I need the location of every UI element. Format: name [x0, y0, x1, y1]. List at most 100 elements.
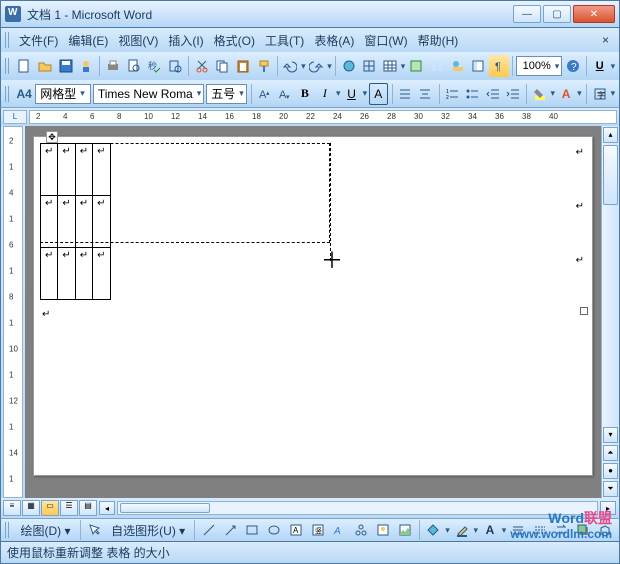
align-center-icon[interactable] [416, 83, 434, 105]
document-viewport[interactable]: ✥ ↵↵↵↵ ↵↵↵↵ ↵↵↵↵ ＋ ↵ ↵ ↵ ↵ [25, 126, 601, 498]
print-icon[interactable] [103, 55, 123, 77]
copy-icon[interactable] [212, 55, 232, 77]
table-resize-handle[interactable] [580, 307, 588, 315]
select-objects-icon[interactable] [84, 519, 104, 541]
web-view-button[interactable]: ▦ [22, 500, 40, 516]
highlight-dropdown[interactable]: ▾ [551, 88, 556, 99]
outdent-icon[interactable] [483, 83, 501, 105]
new-icon[interactable] [14, 55, 34, 77]
indent-icon[interactable] [504, 83, 522, 105]
bold-button[interactable]: B [296, 83, 314, 105]
underline2-button[interactable]: U [342, 83, 360, 105]
spellcheck-icon[interactable]: 秒 [144, 55, 164, 77]
3d-icon[interactable] [595, 519, 615, 541]
underline-icon[interactable]: U [590, 55, 610, 77]
undo-icon[interactable] [280, 55, 300, 77]
columns-icon[interactable] [427, 55, 447, 77]
docmap-icon[interactable] [468, 55, 488, 77]
menu-close-help[interactable]: × [596, 31, 615, 49]
scroll-down-button[interactable]: ▾ [603, 427, 618, 443]
undo-dropdown[interactable]: ▾ [301, 61, 306, 72]
linecolor-icon[interactable] [452, 519, 472, 541]
insert-table-icon[interactable] [380, 55, 400, 77]
print-view-button[interactable]: ▭ [41, 500, 59, 516]
autoshapes-menu[interactable]: 自选图形(U) ▾ [106, 520, 190, 541]
zoom-combo[interactable]: 100%▾ [516, 56, 563, 76]
underline-dropdown[interactable]: ▾ [611, 61, 616, 72]
close-button[interactable]: ✕ [573, 5, 615, 23]
open-icon[interactable] [35, 55, 55, 77]
arrowstyle-icon[interactable] [552, 519, 572, 541]
fontsize-combo[interactable]: 五号▾ [206, 84, 247, 104]
browse-object-button[interactable]: ● [603, 463, 618, 479]
numbering-icon[interactable]: 12 [443, 83, 461, 105]
table[interactable]: ↵↵↵↵ ↵↵↵↵ ↵↵↵↵ [40, 143, 111, 300]
font-combo[interactable]: Times New Roma▾ [93, 84, 204, 104]
redo-icon[interactable] [307, 55, 327, 77]
menu-edit[interactable]: 编辑(E) [63, 30, 113, 51]
hscroll-right-button[interactable]: ▸ [600, 501, 616, 515]
style-combo[interactable]: 网格型▾ [35, 84, 91, 104]
vertical-ruler[interactable]: 21416181101121141 [3, 126, 23, 498]
cut-icon[interactable] [192, 55, 212, 77]
save-icon[interactable] [56, 55, 76, 77]
italic-button[interactable]: I [316, 83, 334, 105]
redo-dropdown[interactable]: ▾ [327, 61, 332, 72]
fontcolor-dropdown[interactable]: ▾ [577, 88, 582, 99]
drawing-toggle-icon[interactable] [448, 55, 468, 77]
oval-icon[interactable] [264, 519, 284, 541]
wordart-icon[interactable]: A [330, 519, 350, 541]
bullets-icon[interactable] [463, 83, 481, 105]
menubar-handle[interactable] [5, 32, 10, 48]
menu-table[interactable]: 表格(A) [309, 30, 359, 51]
fontcolor-button[interactable]: A [557, 83, 575, 105]
normal-view-button[interactable]: ≡ [3, 500, 21, 516]
tables-borders-icon[interactable] [359, 55, 379, 77]
hyperlink-icon[interactable] [339, 55, 359, 77]
arrow-icon[interactable] [221, 519, 241, 541]
showmarks-icon[interactable]: ¶ [489, 55, 509, 77]
clipart-icon[interactable] [373, 519, 393, 541]
lineweight-icon[interactable] [508, 519, 528, 541]
preview-icon[interactable] [124, 55, 144, 77]
table-move-handle[interactable]: ✥ [46, 131, 58, 143]
ms-help-icon[interactable]: ? [563, 55, 583, 77]
diagram-icon[interactable] [351, 519, 371, 541]
rectangle-icon[interactable] [243, 519, 263, 541]
drawbar-handle[interactable] [5, 522, 9, 538]
horizontal-scrollbar[interactable] [117, 501, 598, 515]
paste-icon[interactable] [233, 55, 253, 77]
next-page-button[interactable]: ⏷ [603, 481, 618, 497]
permissions-icon[interactable] [77, 55, 97, 77]
textbox-icon[interactable]: A [286, 519, 306, 541]
menu-tools[interactable]: 工具(T) [260, 30, 309, 51]
highlight-icon[interactable] [530, 83, 548, 105]
menu-file[interactable]: 文件(F) [14, 30, 63, 51]
maximize-button[interactable]: ▢ [543, 5, 571, 23]
underline2-dropdown[interactable]: ▾ [363, 88, 368, 99]
italic-dropdown[interactable]: ▾ [336, 88, 341, 99]
menu-help[interactable]: 帮助(H) [413, 30, 464, 51]
styles-pane-icon[interactable]: A4 [15, 83, 33, 105]
fmtbar-handle[interactable] [5, 86, 9, 102]
outline-view-button[interactable]: ☰ [60, 500, 78, 516]
hscroll-thumb[interactable] [120, 503, 210, 513]
toolbar1-handle[interactable] [5, 58, 9, 74]
fillcolor-icon[interactable] [423, 519, 443, 541]
table-dropdown[interactable]: ▾ [401, 61, 406, 72]
formatpainter-icon[interactable] [254, 55, 274, 77]
prev-page-button[interactable]: ⏶ [603, 445, 618, 461]
picture-icon[interactable] [395, 519, 415, 541]
dashstyle-icon[interactable] [530, 519, 550, 541]
line-icon[interactable] [199, 519, 219, 541]
menu-format[interactable]: 格式(O) [209, 30, 260, 51]
shadow-icon[interactable] [574, 519, 594, 541]
scroll-thumb[interactable] [603, 145, 618, 205]
menu-insert[interactable]: 插入(I) [163, 30, 208, 51]
ruler-corner[interactable]: L [3, 110, 27, 124]
hscroll-left-button[interactable]: ◂ [99, 501, 115, 515]
shrink-font-icon[interactable]: A▾ [276, 83, 294, 105]
research-icon[interactable] [165, 55, 185, 77]
align-distribute-icon[interactable] [396, 83, 414, 105]
fontcolor2-icon[interactable]: A [480, 519, 500, 541]
